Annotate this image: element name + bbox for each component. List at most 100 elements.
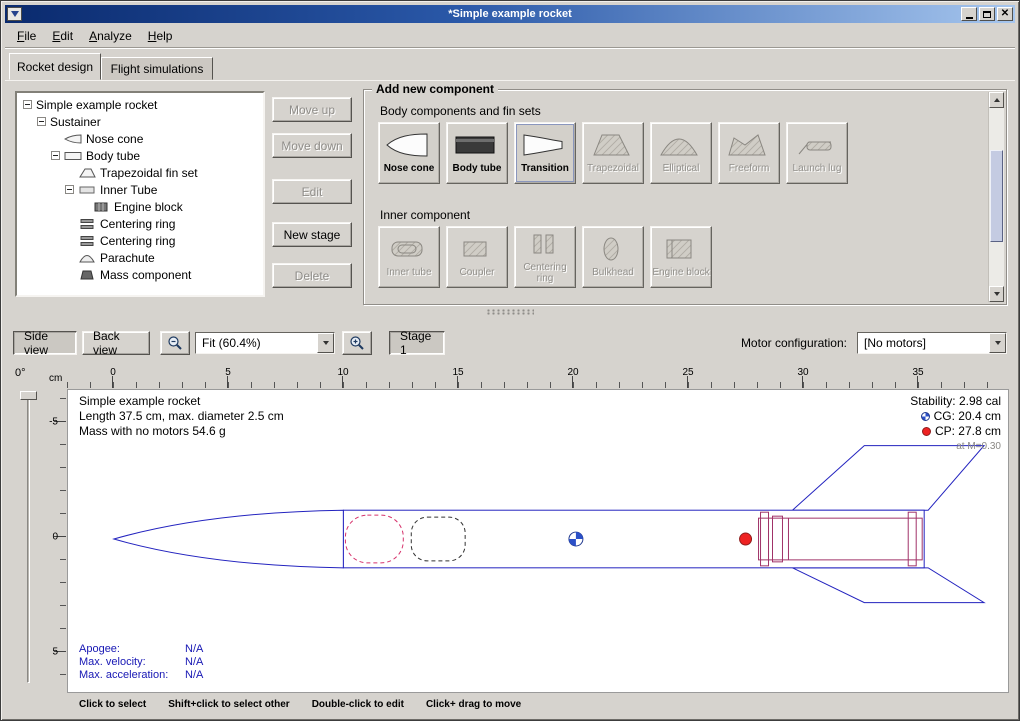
close-button[interactable]: ✕ [997,7,1013,21]
add-freeform-fin-button[interactable]: Freeform [718,122,780,184]
hint-shift-click: Shift+click to select other [168,699,289,710]
add-nose-cone-button[interactable]: Nose cone [378,122,440,184]
tree-item-centering-ring-1[interactable]: Centering ring [19,215,261,232]
tab-rocket-design[interactable]: Rocket design [9,53,101,80]
tab-flight-simulations[interactable]: Flight simulations [101,57,213,80]
chevron-down-icon[interactable] [317,333,334,353]
add-engine-block-button[interactable]: Engine block [650,226,712,288]
centering-ring-icon [521,231,565,257]
collapse-icon[interactable] [65,185,74,194]
side-view-button[interactable]: Side view [13,331,77,355]
minimize-icon [966,17,973,19]
centering-ring-icon [78,219,96,229]
rotation-slider-handle[interactable] [20,391,37,400]
motor-configuration-value: [No motors] [858,333,989,353]
move-up-button[interactable]: Move up [272,97,352,122]
tree-item-mass-component[interactable]: Mass component [19,266,261,283]
tree-item-body-tube[interactable]: Body tube [19,147,261,164]
rocket-mass: Mass with no motors 54.6 g [79,424,284,439]
vertical-ruler: -5 0 5 [47,389,66,693]
stage-1-toggle[interactable]: Stage 1 [389,331,445,355]
ruler-tick-label: 30 [797,367,808,378]
arrow-down-icon [994,292,1000,296]
group-title: Add new component [372,82,498,96]
body-components-label: Body components and fin sets [380,104,541,118]
close-icon: ✕ [1001,9,1009,19]
scroll-up-button[interactable] [989,92,1004,108]
parachute-icon [78,253,96,263]
scroll-down-button[interactable] [989,286,1004,302]
mass-component-icon [78,270,96,280]
move-down-button[interactable]: Move down [272,133,352,158]
add-launch-lug-button[interactable]: Launch lug [786,122,848,184]
nose-cone-icon [64,134,82,144]
window-title: *Simple example rocket [5,8,1015,20]
back-view-button[interactable]: Back view [82,331,150,355]
minimize-button[interactable] [961,7,977,21]
new-stage-button[interactable]: New stage [272,222,352,247]
ruler-tick-label: 0 [52,532,58,543]
app-window: *Simple example rocket ✕ File Edit Analy… [0,0,1020,721]
cg-icon [921,412,930,421]
tree-item-trapezoidal-fin-set[interactable]: Trapezoidal fin set [19,164,261,181]
menu-bar: File Edit Analyze Help [5,25,1015,46]
hint-double-click: Double-click to edit [312,699,404,710]
delete-button[interactable]: Delete [272,263,352,288]
add-coupler-button[interactable]: Coupler [446,226,508,288]
collapse-icon[interactable] [51,151,60,160]
menu-help[interactable]: Help [140,27,181,45]
add-trapezoidal-fin-button[interactable]: Trapezoidal [582,122,644,184]
rotation-slider-track[interactable] [27,393,30,683]
inner-component-label: Inner component [380,208,470,222]
edit-button[interactable]: Edit [272,179,352,204]
max-velocity-value: N/A [185,656,203,668]
add-transition-button[interactable]: Transition [514,122,576,184]
zoom-in-button[interactable] [342,331,372,355]
tree-item-parachute[interactable]: Parachute [19,249,261,266]
cp-icon [922,427,931,436]
scrollbar-thumb[interactable] [990,150,1003,242]
ruler-tick-label: 20 [567,367,578,378]
tree-item-sustainer[interactable]: Sustainer [19,113,261,130]
tree-item-inner-tube[interactable]: Inner Tube [19,181,261,198]
app-logo-icon [11,11,19,17]
zoom-out-button[interactable] [160,331,190,355]
design-canvas[interactable]: Simple example rocket Length 37.5 cm, ma… [67,389,1009,693]
tree-item-rocket[interactable]: Simple example rocket [19,96,261,113]
zoom-select[interactable]: Fit (60.4%) [195,332,335,354]
ruler-tick-label: 0 [110,367,116,378]
tree-item-engine-block[interactable]: Engine block [19,198,261,215]
inner-component-buttons: Inner tube Coupler Centering ring Bulkhe… [378,226,712,288]
rotation-angle-label: 0° [15,367,26,379]
component-tree: Simple example rocket Sustainer Nose con… [15,91,265,297]
collapse-icon[interactable] [37,117,46,126]
max-velocity-label: Max. velocity: [79,656,185,669]
zoom-select-value: Fit (60.4%) [196,333,317,353]
inner-tube-icon [385,236,429,262]
window-controls: ✕ [961,7,1013,21]
motor-configuration-select[interactable]: [No motors] [857,332,1007,354]
add-inner-tube-button[interactable]: Inner tube [378,226,440,288]
tree-item-centering-ring-2[interactable]: Centering ring [19,232,261,249]
chevron-down-icon[interactable] [989,333,1006,353]
zoom-in-icon [349,335,365,351]
cg-value: CG: 20.4 cm [934,409,1001,424]
menu-file[interactable]: File [9,27,44,45]
menu-analyze[interactable]: Analyze [81,27,140,45]
add-bulkhead-button[interactable]: Bulkhead [582,226,644,288]
max-acceleration-label: Max. acceleration: [79,669,185,682]
mach-note: at M=0.30 [910,439,1001,454]
collapse-icon[interactable] [23,100,32,109]
splitter-handle[interactable] [1,307,1019,317]
window-menu-icon[interactable] [7,7,22,21]
add-elliptical-fin-button[interactable]: Elliptical [650,122,712,184]
engine-block-icon [657,236,701,262]
flight-data: Apogee:N/A Max. velocity:N/A Max. accele… [79,643,203,682]
component-panel-scrollbar[interactable] [988,92,1004,302]
tree-item-nose-cone[interactable]: Nose cone [19,130,261,147]
add-body-tube-button[interactable]: Body tube [446,122,508,184]
elliptical-fin-icon [657,132,701,158]
menu-edit[interactable]: Edit [44,27,81,45]
maximize-button[interactable] [979,7,995,21]
add-centering-ring-button[interactable]: Centering ring [514,226,576,288]
